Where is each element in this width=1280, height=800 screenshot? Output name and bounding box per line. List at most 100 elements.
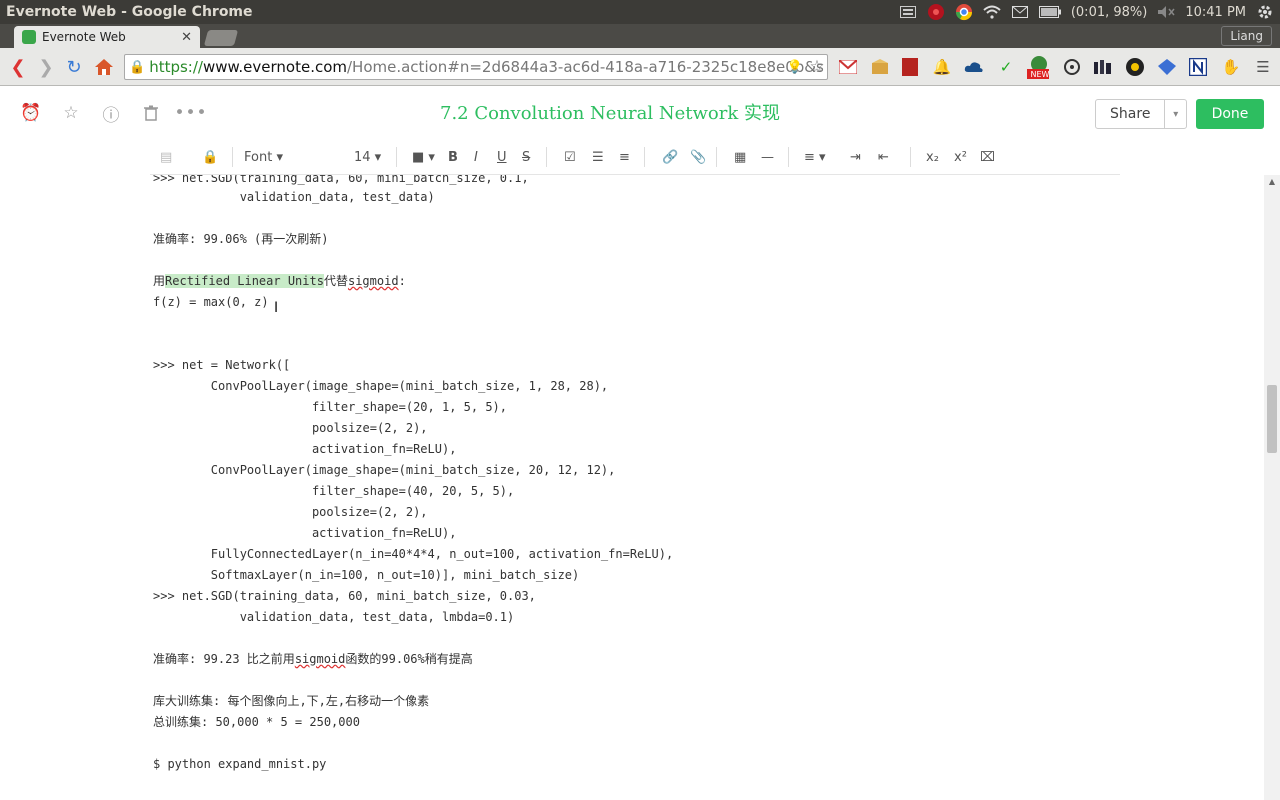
bullet-list-icon[interactable]: ☰ <box>592 147 604 167</box>
profile-button[interactable]: Liang <box>1221 26 1272 46</box>
info-icon[interactable]: ⓘ <box>101 103 121 126</box>
link-icon[interactable]: 🔗 <box>662 147 678 167</box>
wifi-icon[interactable] <box>983 4 1001 20</box>
text-segment: 准确率: 99.23 比之前用 <box>153 652 295 666</box>
package-icon[interactable] <box>869 56 891 78</box>
notion-icon[interactable] <box>1187 56 1209 78</box>
more-icon[interactable]: ••• <box>174 103 206 123</box>
puzzle-icon[interactable]: ✋ <box>1220 56 1242 78</box>
note-link-icon[interactable]: ▤ <box>160 147 172 167</box>
code-line: poolsize=(2, 2), <box>153 421 428 435</box>
menu-icon[interactable]: ☰ <box>1252 56 1274 78</box>
scrollbar-track[interactable] <box>1264 175 1280 800</box>
checkbox-icon[interactable]: ☑ <box>564 147 576 167</box>
superscript-icon[interactable]: x² <box>954 147 967 167</box>
volume-muted-icon[interactable] <box>1157 4 1175 20</box>
attachment-icon[interactable]: 📎 <box>690 147 706 167</box>
note-title[interactable]: 7.2 Convolution Neural Network 实现 <box>300 99 920 125</box>
relu-heading-line: 用Rectified Linear Units代替sigmoid: <box>153 271 406 292</box>
battery-status: (0:01, 98%) <box>1070 4 1148 20</box>
library-icon[interactable] <box>1092 56 1114 78</box>
chrome-icon[interactable] <box>955 4 973 21</box>
extension-new-icon[interactable]: NEW <box>1027 56 1049 79</box>
clock[interactable]: 10:41 PM <box>1185 5 1246 20</box>
done-button[interactable]: Done <box>1196 99 1264 129</box>
camera-icon[interactable] <box>1124 56 1146 78</box>
url-path: /Home.action#n=2d6844a3-ac6d-418a-a716-2… <box>347 58 824 76</box>
url-host: www.evernote.com <box>202 58 347 76</box>
steering-icon[interactable] <box>1061 56 1083 78</box>
outdent-icon[interactable]: ⇤ <box>878 147 889 167</box>
formula-line: f(z) = max(0, z) <box>153 295 269 309</box>
lock-icon[interactable]: 🔒 <box>202 147 218 167</box>
align-icon[interactable]: ≡ ▾ <box>804 147 826 167</box>
numbered-list-icon[interactable]: ≡ <box>619 147 630 167</box>
command-line: $ python expand_mnist.py <box>153 757 327 771</box>
accuracy-line: 准确率: 99.06% (再一次刷新) <box>153 232 329 246</box>
gmail-icon[interactable] <box>837 56 859 78</box>
new-tab-button[interactable] <box>203 30 239 46</box>
code-line: activation_fn=ReLU), <box>153 442 457 456</box>
bold-icon[interactable]: B <box>448 147 458 167</box>
back-icon[interactable]: ❮ <box>4 53 32 81</box>
indent-icon[interactable]: ⇥ <box>850 147 861 167</box>
code-line: >>> net.SGD(training_data, 60, mini_batc… <box>153 589 536 603</box>
font-select[interactable]: Font ▾ <box>244 147 283 167</box>
scrollbar-thumb[interactable] <box>1267 385 1277 453</box>
close-icon[interactable]: ✕ <box>181 30 192 45</box>
address-bar[interactable]: 🔒 https://www.evernote.com/Home.action#n… <box>124 54 828 80</box>
cloud-icon[interactable] <box>963 56 985 78</box>
font-size-select[interactable]: 14 ▾ <box>354 147 381 167</box>
lightbulb-icon[interactable]: 💡 <box>784 56 806 78</box>
new-badge-text: NEW <box>1031 70 1049 79</box>
italic-icon[interactable]: I <box>474 147 478 167</box>
browser-toolbar: ❮ ❯ ↻ 🔒 https://www.evernote.com/Home.ac… <box>0 48 1280 86</box>
subscript-icon[interactable]: x₂ <box>926 147 939 167</box>
record-icon[interactable] <box>927 4 945 20</box>
bookmark-star-icon[interactable]: ☆ <box>806 56 828 78</box>
code-line: filter_shape=(20, 1, 5, 5), <box>153 400 508 414</box>
tab-evernote[interactable]: Evernote Web ✕ <box>14 26 200 48</box>
formatting-toolbar: ▤ 🔒 Font ▾ 14 ▾ ■ ▾ B I U S ☑ ☰ ≡ 🔗 📎 ▦ … <box>150 139 1120 175</box>
diamond-icon[interactable] <box>1156 56 1178 78</box>
misspelled-word: sigmoid <box>294 652 346 666</box>
text-segment: : <box>398 274 406 288</box>
strikethrough-icon[interactable]: S <box>522 147 530 167</box>
underline-icon[interactable]: U <box>497 147 507 167</box>
code-line: >>> net = Network([ <box>153 358 291 372</box>
chevron-down-icon[interactable]: ▾ <box>1164 100 1186 128</box>
tab-strip: Evernote Web ✕ Liang <box>0 24 1280 48</box>
gear-icon[interactable] <box>1256 4 1274 20</box>
code-line: SoftmaxLayer(n_in=100, n_out=10)], mini_… <box>153 568 580 582</box>
forward-icon[interactable]: ❯ <box>32 53 60 81</box>
text-segment: 代替 <box>323 274 348 288</box>
trash-icon[interactable] <box>141 103 161 123</box>
text-color-icon[interactable]: ■ ▾ <box>412 147 435 167</box>
text-cursor-icon: I <box>274 300 279 316</box>
table-icon[interactable]: ▦ <box>734 147 746 167</box>
url-scheme: https:// <box>149 58 203 76</box>
clear-format-icon[interactable]: ⌧ <box>980 147 995 167</box>
reminder-icon[interactable]: ⏰ <box>20 103 41 123</box>
evernote-favicon-icon <box>22 30 36 44</box>
code-line: ConvPoolLayer(image_shape=(mini_batch_si… <box>153 379 609 393</box>
code-line: validation_data, test_data) <box>153 190 435 204</box>
reload-icon[interactable]: ↻ <box>60 53 88 81</box>
share-button[interactable]: Share ▾ <box>1095 99 1187 129</box>
book-icon[interactable] <box>899 56 921 78</box>
keyboard-icon[interactable] <box>899 4 917 20</box>
scroll-up-icon[interactable]: ▲ <box>1264 177 1280 189</box>
horizontal-rule-icon[interactable]: — <box>761 147 774 167</box>
spellcheck-icon[interactable]: ✓ <box>995 56 1017 78</box>
lock-icon[interactable]: 🔒 <box>129 60 145 75</box>
star-icon[interactable]: ☆ <box>61 103 81 123</box>
font-size-value: 14 <box>354 149 371 165</box>
mail-icon[interactable] <box>1011 4 1029 20</box>
battery-icon[interactable] <box>1038 4 1061 20</box>
note-editor[interactable]: >>> net.SGD(training_data, 60, mini_batc… <box>0 175 1264 800</box>
accuracy-line: 准确率: 99.23 比之前用sigmoid函数的99.06%稍有提高 <box>153 649 473 670</box>
home-icon[interactable] <box>90 53 118 81</box>
highlighted-text: Rectified Linear Units <box>165 274 324 288</box>
code-line: poolsize=(2, 2), <box>153 505 428 519</box>
bell-icon[interactable]: 🔔 <box>931 56 953 78</box>
